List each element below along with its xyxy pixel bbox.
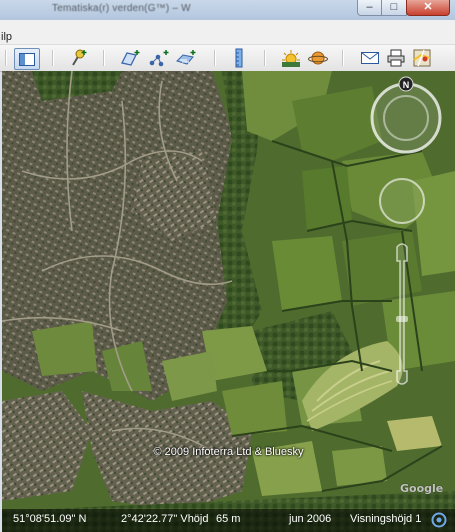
add-placemark-button[interactable]: [67, 48, 91, 68]
toolbar-separator: [5, 50, 7, 66]
switch-to-sky-button[interactable]: [306, 48, 330, 68]
navigation-controls: N: [370, 76, 442, 385]
toggle-sidebar-button[interactable]: [14, 48, 40, 70]
sunlight-icon: [282, 50, 300, 67]
planet-icon: [308, 51, 328, 65]
close-button[interactable]: ✕: [406, 0, 450, 16]
window-title: Tematiska(r) verden(G™) – W: [52, 3, 191, 14]
maximize-button[interactable]: □: [381, 0, 407, 16]
add-polygon-icon: [121, 50, 140, 66]
print-icon: [387, 49, 405, 67]
add-polygon-button[interactable]: [118, 48, 142, 68]
close-icon: ✕: [423, 1, 433, 13]
zoom-slider[interactable]: [396, 243, 408, 385]
ruler-button[interactable]: [227, 48, 251, 68]
streaming-indicator-icon: [431, 512, 447, 528]
map-view[interactable]: N © 2009 Infoterra Ltd & Bluesky Google: [2, 71, 455, 532]
google-logo: Google: [400, 482, 444, 495]
toolbar-separator: [52, 50, 54, 66]
sunlight-button[interactable]: [279, 48, 303, 68]
status-bar: 51°08'51.09" N 2°42'22.77" Vhöjd 65 m ju…: [2, 509, 455, 532]
latitude-readout: 51°08'51.09" N: [13, 513, 87, 525]
imagery-date: jun 2006: [289, 513, 332, 525]
email-icon: [361, 52, 379, 64]
view-in-google-maps-button[interactable]: [410, 48, 434, 68]
menu-item-help[interactable]: ilp: [1, 31, 12, 43]
menu-bar: ilp: [0, 20, 455, 45]
add-path-button[interactable]: [147, 48, 171, 68]
toolbar-separator: [342, 50, 344, 66]
add-path-icon: [149, 50, 169, 67]
toolbar-separator: [103, 50, 105, 66]
email-button[interactable]: [358, 48, 382, 68]
imagery-copyright: © 2009 Infoterra Ltd & Bluesky: [153, 446, 304, 458]
eye-altitude-readout: Visningshöjd 1: [350, 513, 422, 525]
minimize-button[interactable]: –: [357, 0, 382, 16]
toolbar: [0, 45, 455, 72]
add-image-overlay-icon: [176, 50, 196, 65]
maximize-icon: □: [390, 1, 398, 13]
pan-control[interactable]: [379, 178, 425, 224]
compass-north-label: N: [403, 80, 410, 90]
toolbar-separator: [264, 50, 266, 66]
ground-altitude-readout: 65 m: [216, 513, 241, 525]
longitude-readout: 2°42'22.77" Vhöjd: [121, 513, 209, 525]
toolbar-separator: [214, 50, 216, 66]
add-placemark-icon: [72, 49, 87, 66]
title-bar[interactable]: Tematiska(r) verden(G™) – W – □ ✕: [0, 0, 455, 20]
ruler-icon: [235, 48, 243, 68]
sidebar-toggle-icon: [19, 52, 35, 66]
print-button[interactable]: [384, 48, 408, 68]
add-image-overlay-button[interactable]: [174, 48, 198, 68]
minimize-icon: –: [366, 1, 373, 13]
view-in-maps-icon: [413, 49, 431, 67]
